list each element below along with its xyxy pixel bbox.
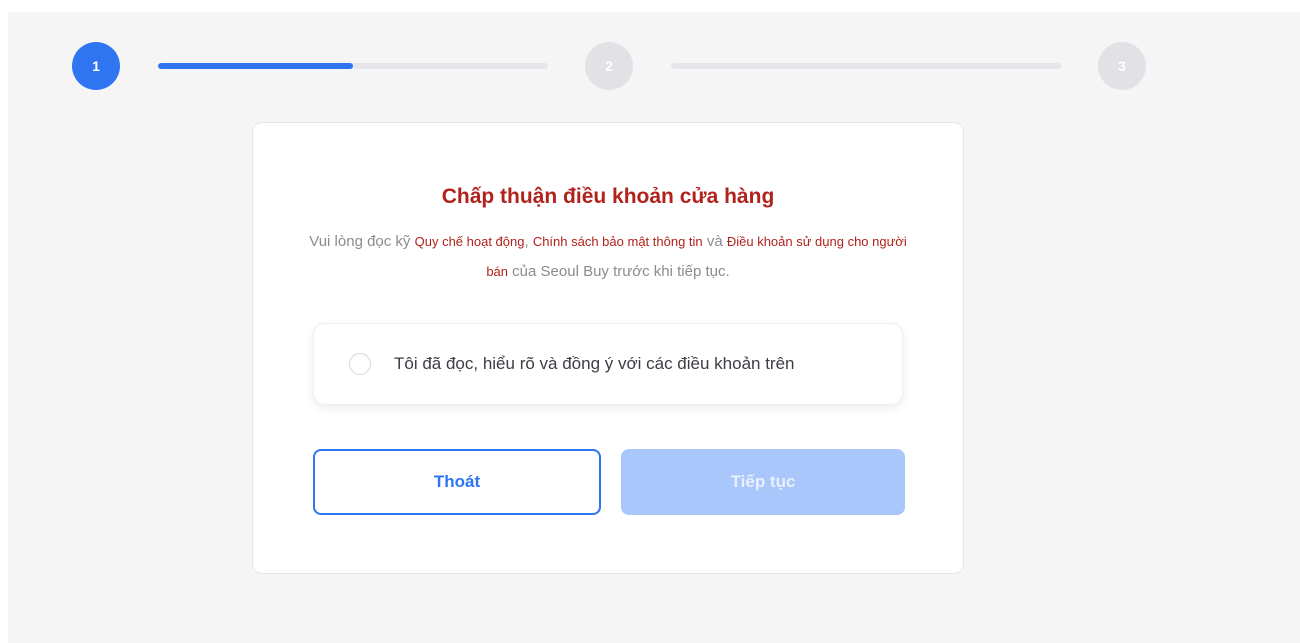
desc-sep-2: và: [702, 233, 727, 250]
step-1-indicator: 1: [72, 42, 120, 90]
desc-sep-1: ,: [524, 233, 533, 250]
agree-terms-option[interactable]: Tôi đã đọc, hiểu rõ và đồng ý với các đi…: [313, 323, 903, 405]
operation-rules-link[interactable]: Quy chế hoạt động: [415, 234, 525, 249]
desc-suffix: của Seoul Buy trước khi tiếp tục.: [508, 263, 730, 280]
privacy-policy-link[interactable]: Chính sách bảo mật thông tin: [533, 234, 703, 249]
terms-description: Vui lòng đọc kỹ Quy chế hoạt động, Chính…: [303, 227, 913, 287]
step-2-progress-track: [671, 63, 1061, 69]
step-1-progress-track: [158, 63, 548, 69]
stepper: 1 2 3: [8, 12, 1300, 122]
step-3-indicator: 3: [1098, 42, 1146, 90]
step-2-indicator: 2: [585, 42, 633, 90]
desc-prefix: Vui lòng đọc kỹ: [309, 233, 415, 250]
page-background: 1 2 3 Chấp thuận điều khoản cửa hàng Vui…: [8, 12, 1300, 643]
terms-title: Chấp thuận điều khoản cửa hàng: [441, 185, 775, 208]
step-1-progress-fill: [158, 63, 353, 69]
agree-terms-label: Tôi đã đọc, hiểu rõ và đồng ý với các đi…: [394, 354, 795, 373]
terms-card: Chấp thuận điều khoản cửa hàng Vui lòng …: [252, 122, 964, 574]
exit-button[interactable]: Thoát: [313, 449, 601, 515]
continue-button[interactable]: Tiếp tục: [621, 449, 905, 515]
agree-radio-button[interactable]: [349, 353, 371, 375]
